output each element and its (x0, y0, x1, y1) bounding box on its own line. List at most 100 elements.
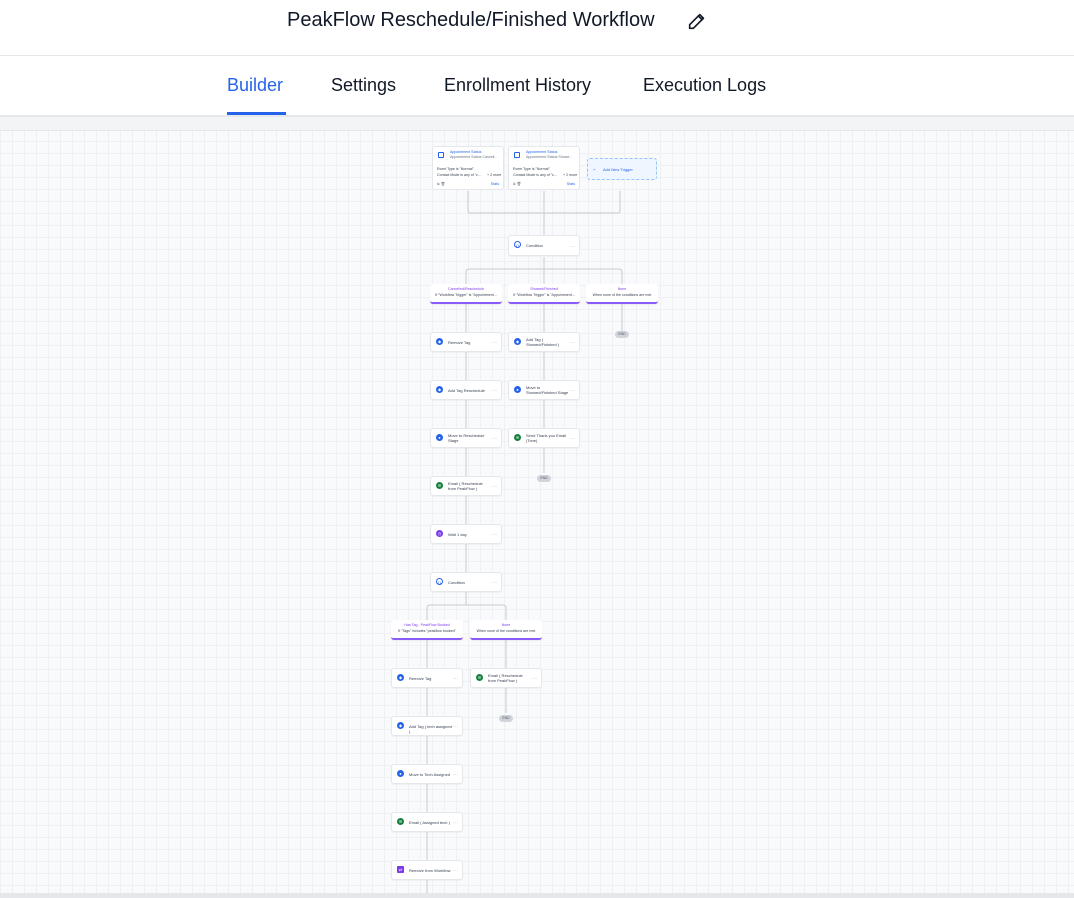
end-marker: END (615, 331, 629, 338)
workflow-header: PeakFlow Reschedule/Finished Workflow (0, 0, 1074, 56)
branch-description: If "Workflow Trigger" is "Appointment... (435, 293, 497, 297)
calendar-icon (514, 152, 520, 158)
node-label: Add Tag Reschedule (448, 388, 485, 393)
email-icon: ✉ (514, 434, 521, 441)
more-options-icon[interactable]: ··· (453, 724, 458, 730)
more-options-icon[interactable]: ··· (453, 868, 458, 874)
more-options-icon[interactable]: ··· (532, 676, 537, 682)
node-label: Remove Tag (448, 340, 471, 345)
node-label: Wait 1 day (448, 532, 467, 537)
condition-node-2[interactable]: {} Condition ··· (430, 572, 502, 592)
more-options-icon[interactable]: ··· (570, 436, 575, 442)
branch-showed-finished[interactable]: Showed/Finished If "Workflow Trigger" is… (508, 284, 580, 304)
trigger-title: Appointment Status (450, 150, 482, 154)
email-icon: ✉ (476, 674, 483, 681)
branch-none-2[interactable]: None When none of the conditions are met (470, 620, 542, 640)
tag-icon: ◆ (436, 386, 443, 393)
more-options-icon[interactable]: ··· (492, 580, 497, 586)
trigger-stats-link[interactable]: Stats (491, 182, 499, 186)
action-remove-tag-1[interactable]: ◆ Remove Tag ··· (430, 332, 502, 352)
trigger-more[interactable]: + 2 more (563, 173, 577, 177)
action-email-reschedule-2[interactable]: ✉ Email ( Reschedule from PeakFlow ) ··· (470, 668, 542, 688)
more-options-icon[interactable]: ··· (453, 676, 458, 682)
more-options-icon[interactable]: ··· (492, 388, 497, 394)
action-send-thank-you[interactable]: ✉ Send Thank you Email (Tone) ··· (508, 428, 580, 448)
node-label: Send Thank you Email (Tone) (526, 433, 567, 443)
action-add-tag-showed[interactable]: ◆ Add Tag ( Showed/Finished ) ··· (508, 332, 580, 352)
action-email-reschedule[interactable]: ✉ Email ( Reschedule from PeakFlow ) ··· (430, 476, 502, 496)
builder-canvas[interactable]: Appointment Status Appointment Status Ca… (0, 116, 1074, 898)
email-icon: ✉ (397, 818, 404, 825)
add-trigger-label: Add New Trigger (603, 167, 633, 172)
branch-title: Has Tag - PeakFlow Booked (404, 623, 450, 627)
workflow-title: PeakFlow Reschedule/Finished Workflow (287, 9, 655, 31)
clock-icon: ◷ (436, 530, 443, 537)
branch-none-1[interactable]: None When none of the conditions are met (586, 284, 658, 304)
pencil-icon[interactable] (686, 10, 708, 32)
more-options-icon[interactable]: ··· (492, 532, 497, 538)
action-move-showed-stage[interactable]: ● Move to Showed/Finished Stage ··· (508, 380, 580, 400)
node-label: Add Tag ( Showed/Finished ) (526, 337, 560, 347)
more-options-icon[interactable]: ··· (570, 388, 575, 394)
pipeline-icon: ● (397, 770, 404, 777)
node-label: Remove Tag (409, 676, 432, 681)
tag-icon: ◆ (397, 674, 404, 681)
action-remove-from-workflow[interactable]: ⇄ Remove from Workflow ··· (391, 860, 463, 880)
tag-icon: ◆ (436, 338, 443, 345)
branch-title: Cancelled/Reschedule (448, 287, 484, 291)
more-options-icon[interactable]: ··· (492, 484, 497, 490)
tag-icon: ◆ (397, 722, 404, 729)
action-remove-tag-2[interactable]: ◆ Remove Tag ··· (391, 668, 463, 688)
node-label: Email ( Assigned tech ) (409, 820, 450, 825)
trigger-filter-1: Event Type is "Normal" (513, 167, 550, 171)
branch-description: When none of the conditions are met (592, 293, 652, 297)
tab-execution-logs[interactable]: Execution Logs (643, 75, 766, 96)
add-new-trigger-button[interactable]: + Add New Trigger (587, 158, 657, 180)
more-options-icon[interactable]: ··· (453, 772, 458, 778)
more-options-icon[interactable]: ··· (492, 340, 497, 346)
branch-title: None (501, 623, 511, 627)
trigger-stats-link[interactable]: Stats (567, 182, 575, 186)
node-label: Move to Showed/Finished Stage (526, 385, 569, 395)
action-email-assigned-tech[interactable]: ✉ Email ( Assigned tech ) ··· (391, 812, 463, 832)
trigger-appointment-showed[interactable]: Appointment Status Appointment Status Sh… (508, 146, 580, 190)
more-options-icon[interactable]: ··· (570, 244, 575, 250)
node-label: Move to Reschedule Stage (448, 433, 485, 443)
pipeline-icon: ● (514, 386, 521, 393)
branch-description: When none of the conditions are met (476, 629, 536, 633)
node-label: Email ( Reschedule from PeakFlow ) (488, 673, 523, 683)
condition-node-1[interactable]: {} Condition ··· (508, 235, 580, 256)
trigger-filter-2: Contact Mode is any of "c... (437, 173, 481, 177)
copy-delete-icons[interactable]: ⧉ 🗑 (513, 182, 521, 186)
branch-title: None (617, 287, 627, 291)
branch-has-tag-peakflow-booked[interactable]: Has Tag - PeakFlow Booked If "Tags" incl… (391, 620, 463, 640)
branch-cancelled-reschedule[interactable]: Cancelled/Reschedule If "Workflow Trigge… (430, 284, 502, 304)
condition-icon: {} (436, 578, 443, 585)
action-move-reschedule-stage[interactable]: ● Move to Reschedule Stage ··· (430, 428, 502, 448)
branch-description: If "Workflow Trigger" is "Appointment... (513, 293, 575, 297)
active-tab-indicator (227, 112, 286, 115)
branch-title: Showed/Finished (530, 287, 558, 291)
workflow-tabs: Builder Settings Enrollment History Exec… (0, 56, 1074, 116)
trigger-appointment-cancelled[interactable]: Appointment Status Appointment Status Ca… (432, 146, 504, 190)
workflow-icon: ⇄ (397, 866, 404, 873)
condition-icon: {} (514, 241, 521, 248)
tab-settings[interactable]: Settings (331, 75, 396, 96)
action-add-tag-tech[interactable]: ◆ Add Tag ( tech assigned ) ··· (391, 716, 463, 736)
pipeline-icon: ● (436, 434, 443, 441)
trigger-title: Appointment Status (526, 150, 558, 154)
trigger-more[interactable]: + 2 more (487, 173, 501, 177)
tab-enrollment-history[interactable]: Enrollment History (444, 75, 591, 96)
more-options-icon[interactable]: ··· (570, 340, 575, 346)
action-wait[interactable]: ◷ Wait 1 day ··· (430, 524, 502, 544)
more-options-icon[interactable]: ··· (492, 436, 497, 442)
trigger-filter-2: Contact Mode is any of "c... (513, 173, 557, 177)
canvas-bottom-scrollbar[interactable] (0, 893, 1074, 898)
action-add-tag-reschedule[interactable]: ◆ Add Tag Reschedule ··· (430, 380, 502, 400)
tab-builder[interactable]: Builder (227, 75, 283, 96)
trigger-filter-1: Event Type is "Normal" (437, 167, 474, 171)
calendar-icon (438, 152, 444, 158)
more-options-icon[interactable]: ··· (453, 820, 458, 826)
copy-delete-icons[interactable]: ⧉ 🗑 (437, 182, 445, 186)
action-move-tech-assigned[interactable]: ● Move to Tech Assigned ··· (391, 764, 463, 784)
